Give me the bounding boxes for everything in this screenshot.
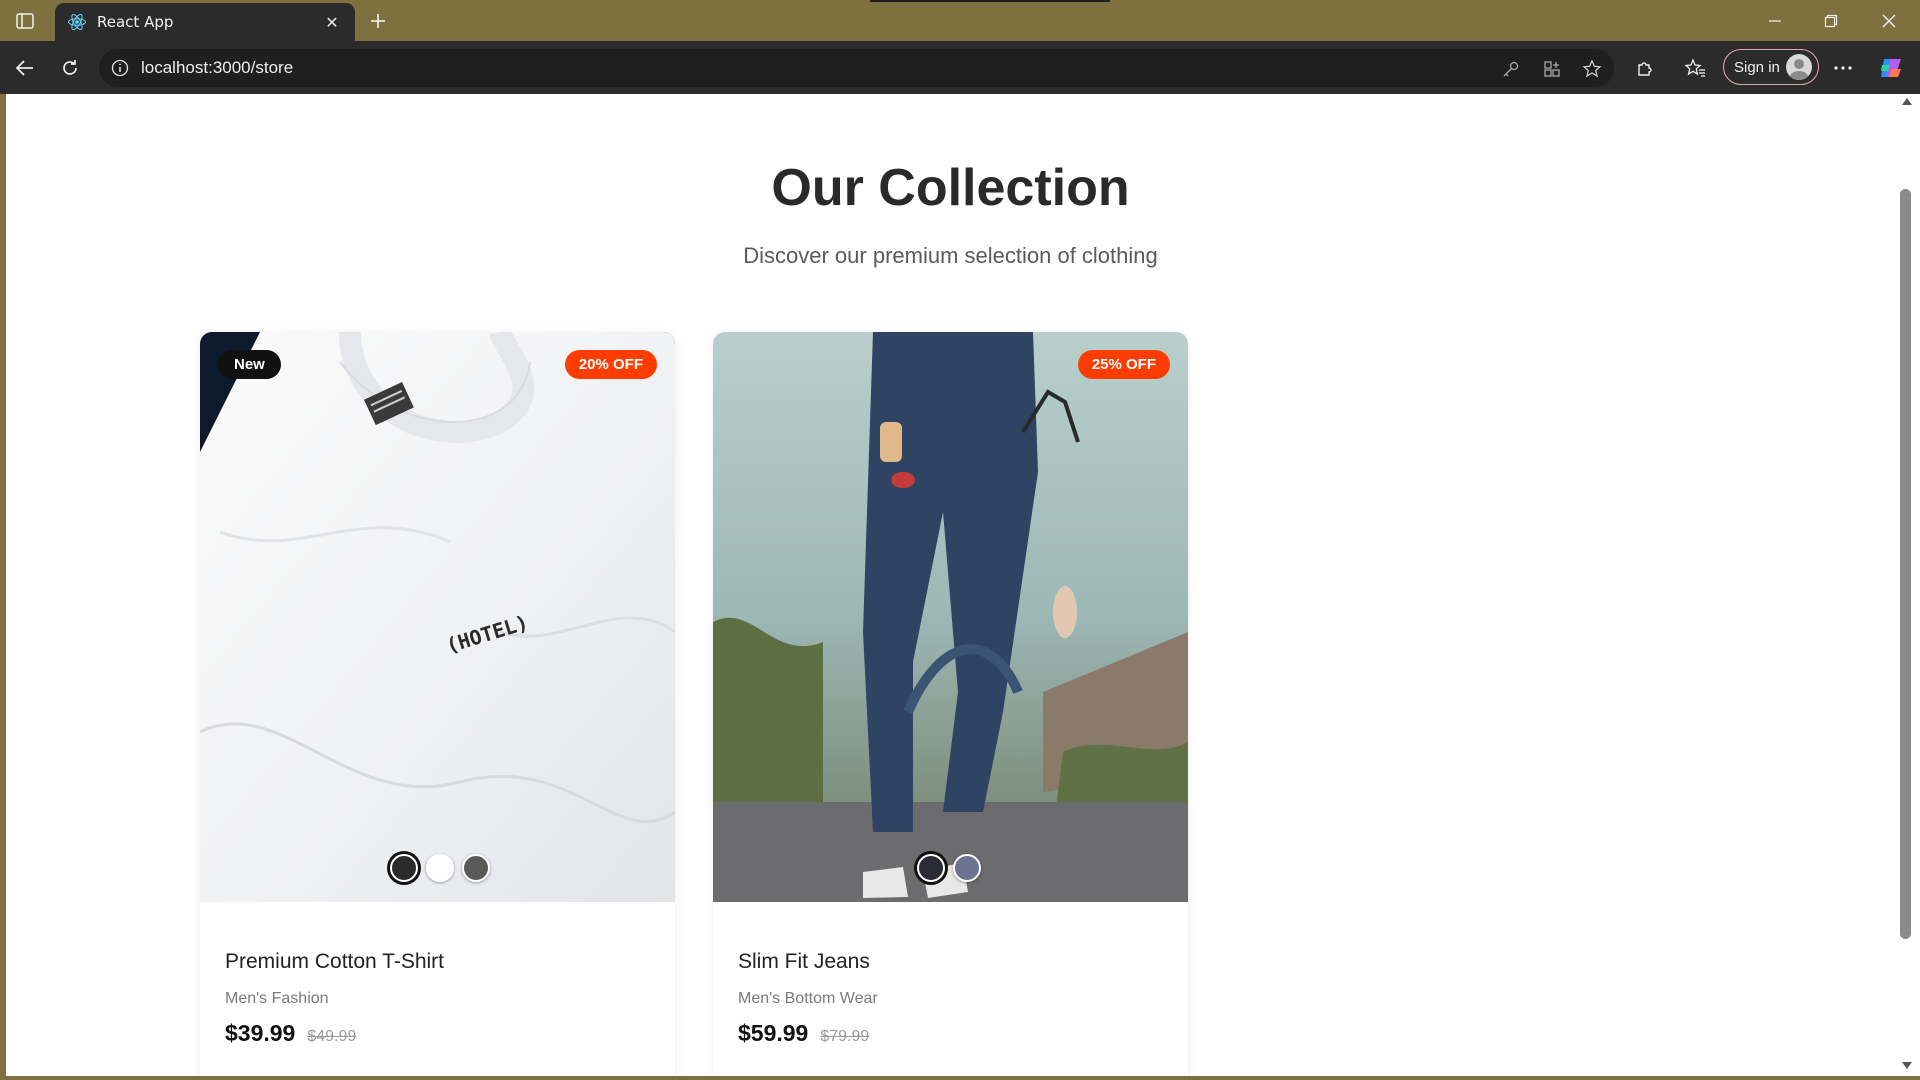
titlebar-drag-region bbox=[870, 0, 1110, 2]
favorites-icon[interactable] bbox=[1678, 51, 1712, 85]
color-swatch[interactable] bbox=[390, 854, 418, 882]
browser-titlebar: React App ✕ bbox=[0, 0, 1920, 41]
more-options-icon[interactable] bbox=[1826, 51, 1860, 85]
extensions-icon[interactable] bbox=[1628, 51, 1662, 85]
close-tab-icon[interactable]: ✕ bbox=[321, 11, 343, 33]
page-title: Our Collection bbox=[771, 159, 1130, 217]
product-name[interactable]: Premium Cotton T-Shirt bbox=[225, 950, 650, 974]
new-badge: New bbox=[218, 350, 281, 379]
product-category: Men's Fashion bbox=[225, 990, 329, 1007]
color-swatch[interactable] bbox=[426, 854, 454, 882]
product-category: Men's Bottom Wear bbox=[738, 990, 878, 1007]
product-old-price: $49.99 bbox=[307, 1028, 357, 1045]
color-swatches bbox=[917, 854, 981, 882]
discount-badge: 25% OFF bbox=[1077, 350, 1170, 379]
page-viewport: Our Collection Discover our premium sele… bbox=[6, 94, 1895, 1076]
new-tab-icon[interactable] bbox=[364, 7, 392, 35]
product-card[interactable]: 25% OFF Slim Fit Jeans Men's Bottom Wear… bbox=[713, 332, 1188, 1076]
product-price: $39.99 bbox=[225, 1020, 296, 1046]
sidebar-toggle-icon[interactable] bbox=[12, 9, 38, 33]
scroll-down-arrow-icon[interactable] bbox=[1902, 1062, 1912, 1069]
tab-title: React App bbox=[97, 13, 174, 31]
app-available-icon[interactable] bbox=[1539, 56, 1565, 82]
copilot-icon[interactable] bbox=[1874, 51, 1908, 85]
discount-badge: 20% OFF bbox=[564, 350, 657, 379]
page-subtitle: Discover our premium selection of clothi… bbox=[743, 243, 1158, 268]
browser-tab[interactable]: React App ✕ bbox=[55, 3, 355, 41]
avatar-icon bbox=[1786, 54, 1812, 80]
address-bar[interactable]: localhost:3000/store bbox=[99, 49, 1614, 87]
site-info-icon[interactable] bbox=[109, 57, 131, 79]
react-logo-icon bbox=[67, 12, 87, 32]
scrollbar-thumb[interactable] bbox=[1900, 189, 1911, 939]
minimize-icon[interactable] bbox=[1752, 6, 1798, 36]
sign-in-label: Sign in bbox=[1734, 58, 1780, 76]
price-row: $59.99 $79.99 bbox=[738, 1020, 1163, 1047]
page-scrollbar[interactable] bbox=[1895, 94, 1920, 1076]
close-window-icon[interactable] bbox=[1866, 6, 1912, 36]
reload-icon[interactable] bbox=[53, 51, 87, 85]
color-swatch[interactable] bbox=[953, 854, 981, 882]
product-info: Slim Fit Jeans Men's Bottom Wear $59.99 … bbox=[738, 950, 1163, 1047]
back-arrow-icon[interactable] bbox=[8, 51, 42, 85]
product-name[interactable]: Slim Fit Jeans bbox=[738, 950, 1163, 974]
color-swatch[interactable] bbox=[917, 854, 945, 882]
favorite-star-icon[interactable] bbox=[1579, 56, 1605, 82]
color-swatch[interactable] bbox=[462, 854, 490, 882]
product-image[interactable]: 25% OFF bbox=[713, 332, 1188, 902]
key-icon[interactable] bbox=[1498, 56, 1524, 82]
price-row: $39.99 $49.99 bbox=[225, 1020, 650, 1047]
browser-toolbar: localhost:3000/store Sign in bbox=[0, 41, 1920, 94]
sign-in-button[interactable]: Sign in bbox=[1723, 49, 1819, 85]
color-swatches bbox=[390, 854, 490, 882]
product-image[interactable]: New 20% OFF (HOTEL) bbox=[200, 332, 675, 902]
url-text[interactable]: localhost:3000/store bbox=[141, 58, 293, 78]
product-old-price: $79.99 bbox=[820, 1028, 870, 1045]
product-price: $59.99 bbox=[738, 1020, 809, 1046]
product-card[interactable]: New 20% OFF (HOTEL) Premium Cotton T-Shi… bbox=[200, 332, 675, 1076]
scroll-up-arrow-icon[interactable] bbox=[1902, 98, 1912, 105]
product-info: Premium Cotton T-Shirt Men's Fashion $39… bbox=[225, 950, 650, 1047]
restore-icon[interactable] bbox=[1808, 6, 1854, 36]
